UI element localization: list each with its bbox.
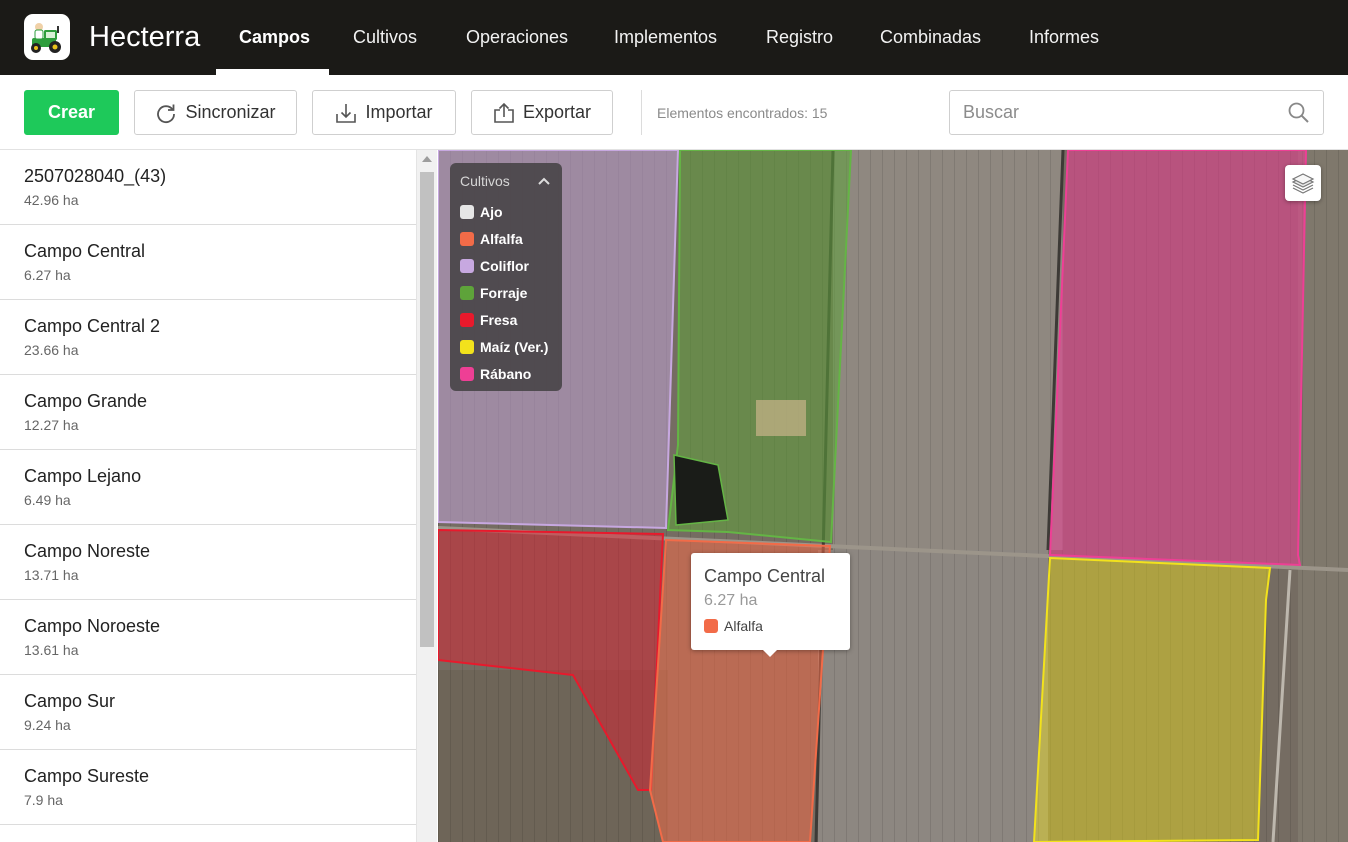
app-name: Hecterra: [89, 21, 201, 53]
field-name: Campo Sureste: [24, 766, 150, 786]
field-list-item[interactable]: Campo Central 2 23.66 ha: [0, 300, 416, 375]
legend-swatch: [460, 204, 474, 219]
top-navigation-bar: Hecterra Campos Cultivos Operaciones Imp…: [0, 0, 1348, 75]
crop-swatch: [704, 619, 718, 633]
field-name: 2507028040_(43): [24, 166, 167, 186]
toolbar: Crear Sincronizar Importar Exportar Elem…: [0, 75, 1348, 150]
chevron-up-icon[interactable]: [538, 177, 550, 185]
legend-swatch: [460, 285, 474, 300]
search-icon[interactable]: [1287, 101, 1311, 125]
tab-combinadas[interactable]: Combinadas: [880, 27, 981, 48]
satellite-map[interactable]: Cultivos Ajo Alfalfa Coliflor Forraje Fr…: [438, 150, 1348, 842]
field-polygon-rabano: [1048, 150, 1308, 567]
field-area: 7.9 ha: [24, 792, 63, 808]
results-count: Elementos encontrados: 15: [657, 105, 828, 121]
field-list-item[interactable]: Campo Grande 12.27 ha: [0, 375, 416, 450]
tractor-icon: [31, 23, 61, 53]
upload-icon: [494, 102, 514, 123]
map-canvas[interactable]: [438, 150, 1348, 842]
tab-implementos[interactable]: Implementos: [614, 27, 717, 48]
legend-label: Ajo: [480, 203, 503, 220]
tab-informes[interactable]: Informes: [1029, 27, 1099, 48]
field-list-item[interactable]: Campo Lejano 6.49 ha: [0, 450, 416, 525]
field-name: Campo Central: [24, 241, 146, 261]
create-button-label: Crear: [47, 102, 96, 122]
legend-item-rabano: Rábano: [460, 360, 562, 387]
field-list-item[interactable]: Campo Noroeste 13.61 ha: [0, 600, 416, 675]
popup-area: 6.27 ha: [704, 592, 758, 609]
field-list-scrollbar[interactable]: [416, 150, 437, 842]
tab-operaciones[interactable]: Operaciones: [466, 27, 568, 48]
field-name: Campo Noroeste: [24, 616, 161, 636]
sync-button-label: Sincronizar: [185, 102, 276, 122]
field-list-item[interactable]: 2507028040_(43) 42.96 ha: [0, 150, 416, 225]
field-name: Campo Noreste: [24, 541, 151, 561]
toolbar-divider: [641, 90, 642, 135]
tab-cultivos[interactable]: Cultivos: [353, 27, 417, 48]
field-popup: Campo Central 6.27 ha Alfalfa: [691, 553, 850, 657]
legend-label: Forraje: [480, 284, 528, 301]
refresh-icon: [157, 104, 176, 123]
legend-label: Maíz (Ver.): [480, 338, 549, 355]
field-name: Campo Central 2: [24, 316, 161, 336]
import-button[interactable]: Importar: [312, 90, 456, 135]
tab-campos[interactable]: Campos: [239, 27, 310, 48]
field-area: 13.71 ha: [24, 567, 79, 583]
import-button-label: Importar: [365, 102, 433, 122]
create-button[interactable]: Crear: [24, 90, 119, 135]
search-box: [949, 90, 1324, 135]
app-logo[interactable]: [24, 14, 70, 60]
field-name: Campo Lejano: [24, 466, 142, 486]
legend-label: Alfalfa: [480, 230, 523, 247]
legend-label: Fresa: [480, 311, 518, 328]
field-area: 13.61 ha: [24, 642, 79, 658]
crop-legend: Cultivos Ajo Alfalfa Coliflor Forraje Fr…: [450, 163, 562, 391]
field-area: 12.27 ha: [24, 417, 79, 433]
field-area: 6.49 ha: [24, 492, 71, 508]
field-list-item[interactable]: Campo Sur 9.24 ha: [0, 675, 416, 750]
legend-label: Rábano: [480, 365, 532, 382]
legend-swatch: [460, 366, 474, 381]
export-button[interactable]: Exportar: [471, 90, 613, 135]
legend-item-alfalfa: Alfalfa: [460, 225, 562, 252]
field-list-item[interactable]: Campo Sureste 7.9 ha: [0, 750, 416, 825]
legend-swatch: [460, 258, 474, 273]
popup-title: Campo Central: [704, 566, 826, 586]
field-name: Campo Grande: [24, 391, 148, 411]
legend-item-maiz: Maíz (Ver.): [460, 333, 562, 360]
scroll-up-arrow-icon[interactable]: [422, 156, 432, 162]
field-area: 42.96 ha: [24, 192, 79, 208]
download-icon: [336, 103, 357, 123]
legend-swatch: [460, 231, 474, 246]
field-area: 9.24 ha: [24, 717, 71, 733]
search-input[interactable]: [950, 91, 1280, 134]
field-area: 23.66 ha: [24, 342, 79, 358]
field-name: Campo Sur: [24, 691, 116, 711]
field-polygon-maiz: [1032, 556, 1272, 842]
layers-icon: [1291, 173, 1315, 194]
field-list-item[interactable]: Campo Central 6.27 ha: [0, 225, 416, 300]
legend-label: Coliflor: [480, 257, 529, 274]
sync-button[interactable]: Sincronizar: [134, 90, 297, 135]
map-layers-button[interactable]: [1285, 165, 1321, 201]
legend-item-forraje: Forraje: [460, 279, 562, 306]
legend-swatch: [460, 312, 474, 327]
popup-crop-label: Alfalfa: [724, 618, 763, 634]
legend-swatch: [460, 339, 474, 354]
legend-item-ajo: Ajo: [460, 198, 562, 225]
field-list: 2507028040_(43) 42.96 ha Campo Central 6…: [0, 150, 416, 842]
tab-registro[interactable]: Registro: [766, 27, 833, 48]
scrollbar-thumb[interactable]: [420, 172, 434, 647]
field-area: 6.27 ha: [24, 267, 71, 283]
export-button-label: Exportar: [522, 102, 592, 122]
legend-item-fresa: Fresa: [460, 306, 562, 333]
popup-crop: Alfalfa: [704, 618, 850, 634]
legend-item-coliflor: Coliflor: [460, 252, 562, 279]
field-list-item[interactable]: Campo Noreste 13.71 ha: [0, 525, 416, 600]
